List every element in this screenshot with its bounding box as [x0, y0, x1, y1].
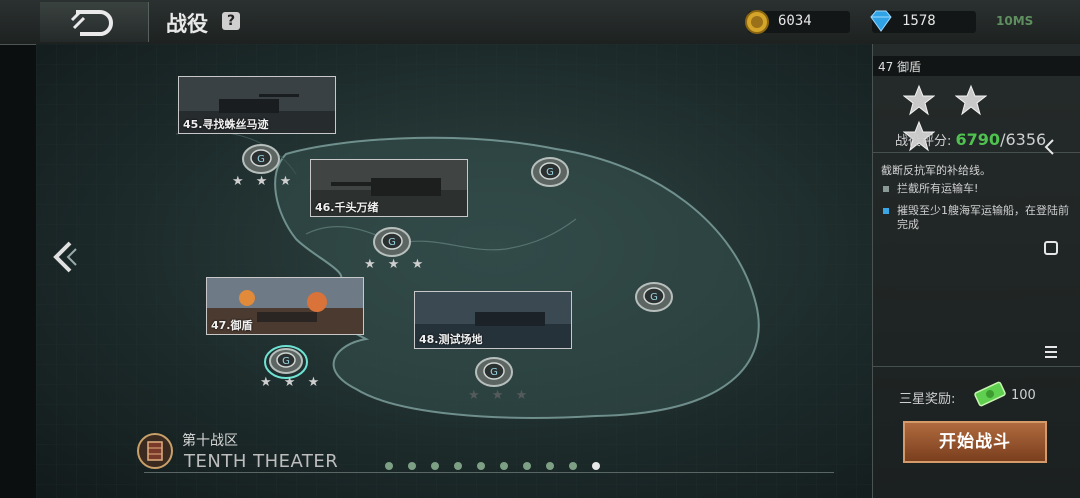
- mission-47-label: 47.御盾: [211, 319, 253, 332]
- gold-coin-icon: [745, 10, 769, 34]
- objective-bullet-icon: [883, 208, 889, 214]
- campaign-screen: 战役 ? 6034 1578 10MS 45.寻找蛛丝马迹 G ★ ★ ★ 46…: [0, 0, 1080, 498]
- locked-mission-node[interactable]: G: [634, 279, 674, 313]
- star-icon: [954, 84, 988, 116]
- mission-card-48[interactable]: 48.测试场地: [414, 291, 572, 349]
- theater-name-cn: 第十战区: [182, 433, 238, 449]
- mission-45-stars: ★ ★ ★: [232, 174, 296, 189]
- page-dot[interactable]: [569, 462, 577, 470]
- diamond-icon: [870, 10, 892, 32]
- objective-text: 拦截所有运输车!: [897, 182, 979, 195]
- reward-value: 100: [1011, 388, 1036, 403]
- chevron-left-icon: [53, 241, 77, 273]
- mission-48-label: 48.测试场地: [419, 333, 483, 346]
- locked-mission-node[interactable]: G: [530, 154, 570, 188]
- mission-46-stars: ★ ★ ★: [364, 257, 428, 272]
- objective-item: 拦截所有运输车!: [883, 182, 1073, 196]
- page-dot[interactable]: [385, 462, 393, 470]
- help-button[interactable]: ?: [222, 12, 240, 30]
- gold-counter[interactable]: 6034: [745, 10, 850, 34]
- reward-label: 三星奖励:: [899, 392, 956, 407]
- mission-title-bar: 47 御盾: [873, 56, 1080, 76]
- map-terrain: [36, 44, 872, 498]
- mission-card-47[interactable]: 47.御盾: [206, 277, 364, 335]
- mission-45-label: 45.寻找蛛丝马迹: [183, 118, 269, 131]
- svg-text:G: G: [490, 367, 498, 378]
- gold-value: 6034: [778, 13, 812, 29]
- nav-menu-icon[interactable]: [1043, 344, 1059, 360]
- back-icon: [70, 10, 113, 36]
- campaign-map: 45.寻找蛛丝马迹 G ★ ★ ★ 46.千头万绪 G ★ ★ ★ 47.御盾 …: [36, 44, 872, 498]
- mission-46-node[interactable]: G: [372, 224, 412, 258]
- page-dot[interactable]: [546, 462, 554, 470]
- panel-divider: [873, 366, 1080, 367]
- score-total: 6356: [1005, 130, 1047, 149]
- star-icon: [902, 84, 936, 116]
- mission-description: 截断反抗军的补给线。: [881, 164, 991, 177]
- theater-name-en: TENTH THEATER: [184, 451, 339, 472]
- campaign-score: 战役评分: 6790/6356: [895, 130, 1046, 149]
- page-dot[interactable]: [523, 462, 531, 470]
- svg-text:G: G: [257, 154, 265, 165]
- nav-back-icon[interactable]: [1043, 138, 1057, 156]
- svg-text:G: G: [650, 292, 658, 303]
- objective-bullet-icon: [883, 186, 889, 192]
- diamond-counter[interactable]: 1578: [870, 10, 976, 33]
- mission-card-45[interactable]: 45.寻找蛛丝马迹: [178, 76, 336, 134]
- top-bar: 战役 ? 6034 1578 10MS: [0, 0, 1080, 45]
- svg-text:G: G: [282, 356, 290, 367]
- mission-47-stars: ★ ★ ★: [260, 375, 324, 390]
- nav-home-icon[interactable]: [1043, 240, 1059, 256]
- start-battle-button[interactable]: 开始战斗: [903, 421, 1047, 463]
- mission-48-node[interactable]: G: [474, 354, 514, 388]
- svg-text:G: G: [388, 237, 396, 248]
- page-title: 战役: [166, 12, 208, 36]
- score-label: 战役评分:: [895, 134, 952, 149]
- mission-card-46[interactable]: 46.千头万绪: [310, 159, 468, 217]
- mission-48-stars: ★ ★ ★: [468, 388, 532, 403]
- mission-title: 47 御盾: [878, 60, 922, 74]
- objective-item: 摧毁至少1艘海军运输船，在登陆前完成: [883, 204, 1073, 232]
- svg-text:G: G: [546, 167, 554, 178]
- mission-46-label: 46.千头万绪: [315, 201, 379, 214]
- previous-theater-button[interactable]: [50, 240, 78, 278]
- theater-pagination: [385, 455, 615, 474]
- theater-badge-icon: [137, 433, 173, 469]
- score-value: 6790: [955, 130, 1001, 149]
- network-status: 10MS: [996, 14, 1034, 28]
- objective-text: 摧毁至少1艘海军运输船，在登陆前完成: [897, 204, 1069, 231]
- page-dot[interactable]: [454, 462, 462, 470]
- mission-detail-panel: 47 御盾 战役评分: 6790/6356 截断反抗军的补给线。 拦截所有运输车…: [872, 44, 1080, 498]
- page-dot[interactable]: [408, 462, 416, 470]
- back-button[interactable]: [40, 2, 149, 42]
- diamond-value: 1578: [902, 13, 936, 29]
- cash-ticket-icon: [974, 381, 1006, 407]
- page-dot[interactable]: [592, 462, 600, 470]
- page-dot[interactable]: [477, 462, 485, 470]
- page-dot[interactable]: [500, 462, 508, 470]
- page-dot[interactable]: [431, 462, 439, 470]
- mission-45-node[interactable]: G: [241, 141, 281, 175]
